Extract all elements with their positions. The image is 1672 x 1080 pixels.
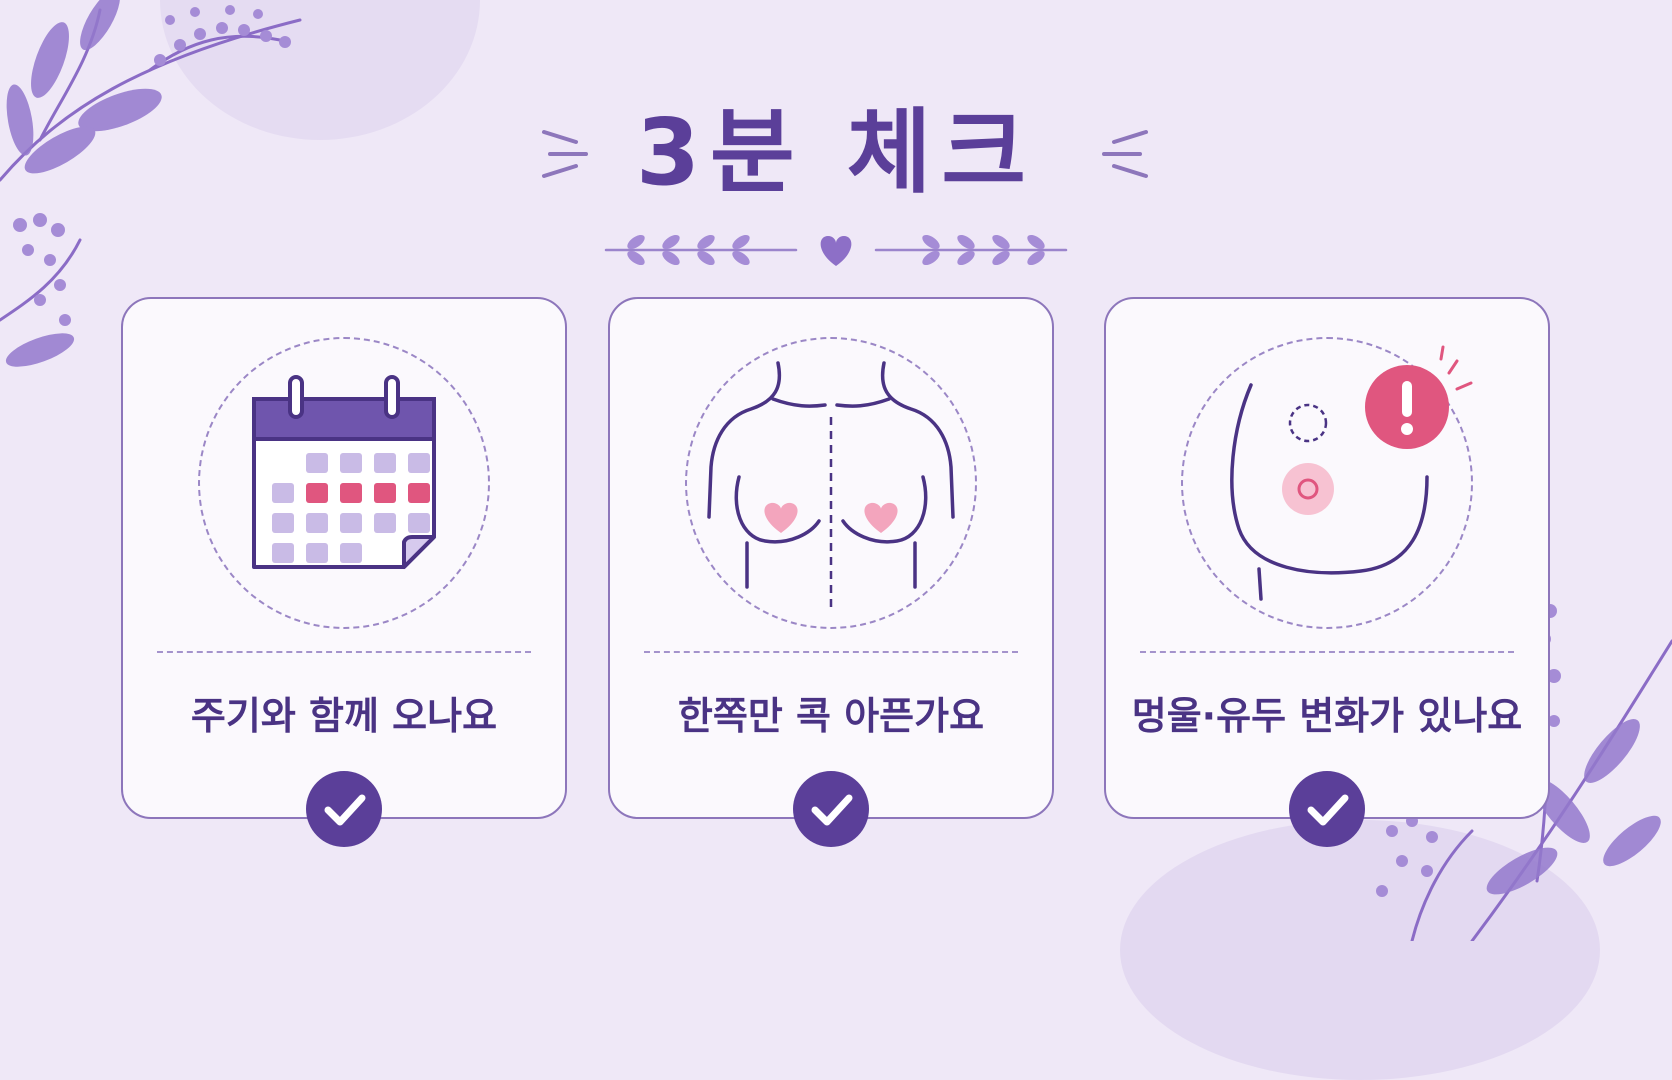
heart-icon: [820, 236, 852, 266]
check-circle-icon[interactable]: [1289, 771, 1365, 847]
check-card-lump-change: 멍울·유두 변화가 있나요: [1104, 297, 1550, 819]
breast-lump-alert-icon: [1230, 345, 1473, 601]
check-circle-icon[interactable]: [306, 771, 382, 847]
check-card-one-side-pain: 한쪽만 콕 아픈가요: [608, 297, 1054, 819]
card-divider: [1140, 651, 1514, 653]
laurel-heart-divider: [604, 234, 1068, 266]
chest-outline-icon: [707, 361, 955, 607]
card-label: 주기와 함께 오나요: [190, 694, 498, 738]
title-dash-right-decoration: [1102, 130, 1148, 178]
card-divider: [157, 651, 531, 653]
card-label: 한쪽만 콕 아픈가요: [677, 694, 985, 738]
check-circle-icon[interactable]: [793, 771, 869, 847]
page-title: 3분 체크: [636, 99, 1036, 206]
check-card-cycle: 주기와 함께 오나요: [121, 297, 567, 819]
card-divider: [644, 651, 1018, 653]
card-label: 멍울·유두 변화가 있나요: [1131, 694, 1523, 738]
calendar-icon: [252, 375, 436, 569]
